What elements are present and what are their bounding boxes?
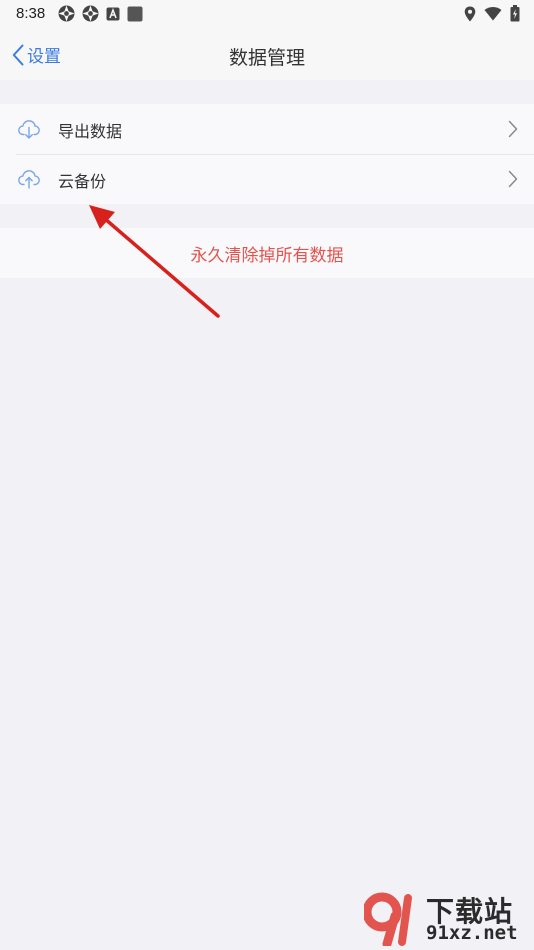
wifi-icon xyxy=(484,7,502,21)
clear-all-data-label: 永久清除掉所有数据 xyxy=(190,245,344,266)
aperture-icon xyxy=(82,5,99,22)
export-data-row[interactable]: 导出数据 xyxy=(0,104,534,154)
cloud-upload-icon xyxy=(18,170,40,189)
chevron-right-icon xyxy=(508,170,518,188)
watermark-logo xyxy=(364,892,412,946)
status-time: 8:38 xyxy=(16,5,46,22)
chevron-right-icon xyxy=(508,120,518,138)
watermark: 下载站 91xz.net xyxy=(360,888,530,948)
font-app-icon xyxy=(106,7,120,20)
cloud-download-icon xyxy=(18,120,40,139)
cloud-backup-row[interactable]: 云备份 xyxy=(0,154,534,204)
clear-all-data-button[interactable]: 永久清除掉所有数据 xyxy=(0,228,534,278)
data-menu-group: 导出数据 云备份 xyxy=(0,104,534,204)
status-bar: 8:38 xyxy=(0,0,534,28)
page-title: 数据管理 xyxy=(228,47,305,69)
cloud-backup-label: 云备份 xyxy=(58,172,107,191)
aperture-icon xyxy=(58,5,75,22)
notification-icons xyxy=(58,5,143,22)
navigation-bar: 设置 数据管理 xyxy=(0,28,534,80)
watermark-site: 91xz.net xyxy=(426,922,518,944)
export-data-label: 导出数据 xyxy=(58,122,123,141)
system-icons xyxy=(464,5,520,22)
battery-icon xyxy=(510,5,520,22)
square-app-icon xyxy=(127,6,143,21)
location-icon xyxy=(464,6,476,21)
